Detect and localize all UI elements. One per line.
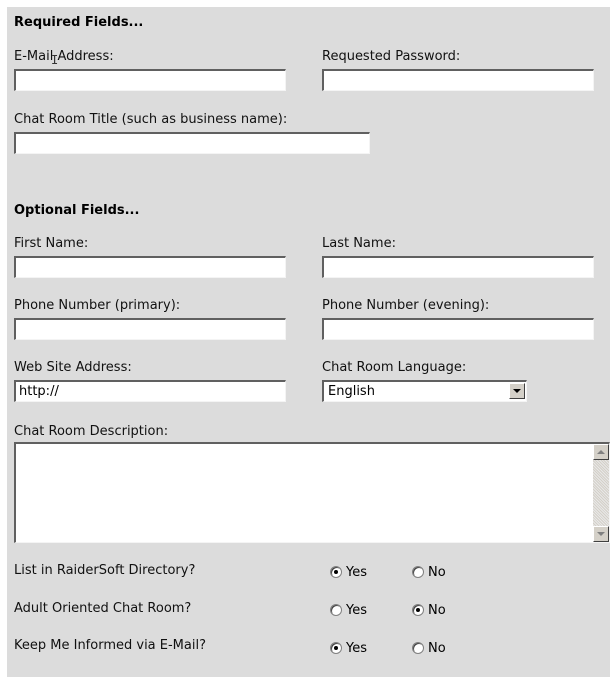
newsletter-yes-label: Yes	[346, 641, 367, 656]
adult-no-label: No	[428, 603, 446, 618]
first-name-field[interactable]	[14, 256, 286, 278]
password-field[interactable]	[322, 69, 594, 91]
adult-yes-radio[interactable]	[330, 604, 342, 616]
directory-yes-radio[interactable]	[330, 566, 342, 578]
website-label: Web Site Address:	[14, 360, 132, 375]
option-label-directory: List in RaiderSoft Directory?	[14, 563, 196, 578]
text-cursor-icon: I	[51, 53, 59, 67]
directory-no-label: No	[428, 565, 446, 580]
first-name-label: First Name:	[14, 236, 89, 251]
phone-evening-label: Phone Number (evening):	[322, 298, 490, 313]
room-title-field[interactable]	[14, 132, 370, 154]
phone-evening-field[interactable]	[322, 318, 594, 340]
newsletter-no-label: No	[428, 641, 446, 656]
email-label: E-Mail Address:	[14, 49, 114, 64]
phone-primary-field[interactable]	[14, 318, 286, 340]
language-select[interactable]: English	[322, 380, 527, 402]
directory-yes-label: Yes	[346, 565, 367, 580]
language-selected-value: English	[328, 384, 375, 399]
website-field[interactable]	[14, 380, 286, 402]
directory-no-radio[interactable]	[412, 566, 424, 578]
scroll-up-icon[interactable]	[593, 444, 609, 460]
adult-no-radio[interactable]	[412, 604, 424, 616]
description-textarea[interactable]	[14, 442, 610, 543]
option-label-newsletter: Keep Me Informed via E-Mail?	[14, 638, 206, 653]
optional-fields-heading: Optional Fields...	[14, 203, 140, 218]
newsletter-yes-radio[interactable]	[330, 642, 342, 654]
last-name-label: Last Name:	[322, 236, 396, 251]
scroll-down-icon[interactable]	[593, 526, 609, 542]
newsletter-no-radio[interactable]	[412, 642, 424, 654]
email-field[interactable]	[14, 69, 286, 91]
description-scrollbar[interactable]	[593, 444, 609, 542]
last-name-field[interactable]	[322, 256, 594, 278]
room-title-label: Chat Room Title (such as business name):	[14, 112, 288, 127]
description-label: Chat Room Description:	[14, 424, 169, 439]
chevron-down-icon[interactable]	[509, 383, 525, 399]
phone-primary-label: Phone Number (primary):	[14, 298, 181, 313]
option-label-adult: Adult Oriented Chat Room?	[14, 601, 192, 616]
language-label: Chat Room Language:	[322, 360, 467, 375]
adult-yes-label: Yes	[346, 603, 367, 618]
password-label: Requested Password:	[322, 49, 461, 64]
required-fields-heading: Required Fields...	[14, 15, 144, 30]
